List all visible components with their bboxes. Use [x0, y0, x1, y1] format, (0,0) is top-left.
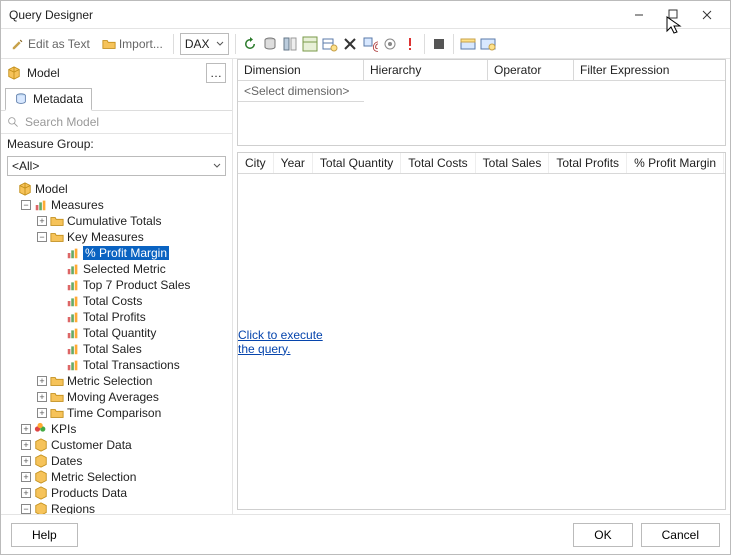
db-icon[interactable]	[262, 36, 278, 52]
param-icon[interactable]	[382, 36, 398, 52]
tree-folder[interactable]: +Time Comparison	[35, 405, 230, 421]
tree-folder[interactable]: +Cumulative Totals	[35, 213, 230, 229]
stop-icon[interactable]	[431, 36, 447, 52]
metadata-icon	[14, 92, 28, 106]
tree-root[interactable]: Model	[3, 181, 230, 197]
tree-dim[interactable]: +Customer Data	[19, 437, 230, 453]
result-col[interactable]: Total Sales	[476, 153, 550, 173]
tree-measure[interactable]: Total Costs	[51, 293, 230, 309]
help-button[interactable]: Help	[11, 523, 78, 547]
search-icon	[7, 116, 20, 129]
result-col[interactable]: Year	[274, 153, 313, 173]
result-col[interactable]: % Profit Margin	[627, 153, 724, 173]
minimize-button[interactable]	[622, 2, 656, 28]
separator	[424, 34, 425, 54]
tree-dim[interactable]: +Dates	[19, 453, 230, 469]
tree-measure[interactable]: Total Sales	[51, 341, 230, 357]
filter-grid: Dimension Hierarchy Operator Filter Expr…	[237, 59, 726, 146]
tree-measure[interactable]: Total Profits	[51, 309, 230, 325]
tree-measures[interactable]: −Measures	[19, 197, 230, 213]
search-input[interactable]: Search Model	[25, 115, 99, 129]
separator	[453, 34, 454, 54]
metadata-tab[interactable]: Metadata	[5, 88, 92, 111]
cube-icon	[7, 66, 21, 80]
add-table-icon[interactable]	[322, 36, 338, 52]
result-col[interactable]: Total Quantity	[313, 153, 401, 173]
filter-header-expression[interactable]: Filter Expression	[574, 60, 725, 81]
titlebar: Query Designer	[1, 1, 730, 29]
filter-header-operator[interactable]: Operator	[488, 60, 574, 81]
chevron-down-icon	[216, 40, 224, 48]
language-select[interactable]: DAX	[180, 33, 229, 55]
design-mode-icon[interactable]	[460, 36, 476, 52]
tree-kpis[interactable]: +KPIs	[19, 421, 230, 437]
language-value: DAX	[185, 37, 210, 51]
toggle-icon[interactable]	[282, 36, 298, 52]
filter-header-dimension[interactable]: Dimension	[238, 60, 364, 81]
footer: Help OK Cancel	[1, 514, 730, 554]
filter-row-placeholder[interactable]: <Select dimension>	[238, 81, 364, 102]
tree-dim[interactable]: +Metric Selection	[19, 469, 230, 485]
member-icon[interactable]: @	[362, 36, 378, 52]
edit-as-text-button[interactable]: Edit as Text	[7, 35, 94, 53]
refresh-icon[interactable]	[242, 36, 258, 52]
result-col[interactable]: Total Profits	[549, 153, 627, 173]
close-button[interactable]	[690, 2, 724, 28]
model-label: Model	[27, 66, 60, 80]
ok-button[interactable]: OK	[573, 523, 632, 547]
tree-folder[interactable]: +Metric Selection	[35, 373, 230, 389]
measure-group-value: <All>	[12, 159, 39, 173]
tree-measure[interactable]: Total Quantity	[51, 325, 230, 341]
result-col[interactable]: Total Costs	[401, 153, 475, 173]
result-grid: City Year Total Quantity Total Costs Tot…	[237, 152, 726, 510]
import-label: Import...	[119, 37, 163, 51]
svg-text:@: @	[372, 39, 378, 52]
tree[interactable]: Model −Measures +Cumulative Totals −Key …	[1, 178, 232, 514]
measure-group-select[interactable]: <All>	[7, 156, 226, 176]
execute-query-link[interactable]: Click to execute the query.	[238, 328, 330, 356]
cancel-button[interactable]: Cancel	[641, 523, 720, 547]
tree-dim[interactable]: +Products Data	[19, 485, 230, 501]
tree-folder[interactable]: +Moving Averages	[35, 389, 230, 405]
layout-icon[interactable]	[302, 36, 318, 52]
import-button[interactable]: Import...	[98, 35, 167, 53]
measure-group-label: Measure Group:	[1, 134, 232, 154]
model-picker-button[interactable]: …	[206, 63, 226, 83]
tree-dim-regions[interactable]: −Regions	[19, 501, 230, 514]
query-mode-icon[interactable]	[480, 36, 496, 52]
tree-measure[interactable]: Total Transactions	[51, 357, 230, 373]
left-panel: Model … Metadata Search Model Measure Gr…	[1, 59, 233, 514]
filter-header-hierarchy[interactable]: Hierarchy	[364, 60, 488, 81]
metadata-tab-label: Metadata	[33, 92, 83, 106]
result-col[interactable]: City	[238, 153, 274, 173]
separator	[235, 34, 236, 54]
edit-as-text-label: Edit as Text	[28, 37, 90, 51]
maximize-button[interactable]	[656, 2, 690, 28]
delete-icon[interactable]	[342, 36, 358, 52]
tree-measure-selected[interactable]: % Profit Margin	[51, 245, 230, 261]
toolbar: Edit as Text Import... DAX @	[1, 29, 730, 59]
tree-measure[interactable]: Top 7 Product Sales	[51, 277, 230, 293]
separator	[173, 34, 174, 54]
tree-folder-key-measures[interactable]: −Key Measures	[35, 229, 230, 245]
chevron-down-icon	[213, 162, 221, 170]
tree-measure[interactable]: Selected Metric	[51, 261, 230, 277]
warning-icon[interactable]	[402, 36, 418, 52]
window-title: Query Designer	[7, 8, 622, 22]
